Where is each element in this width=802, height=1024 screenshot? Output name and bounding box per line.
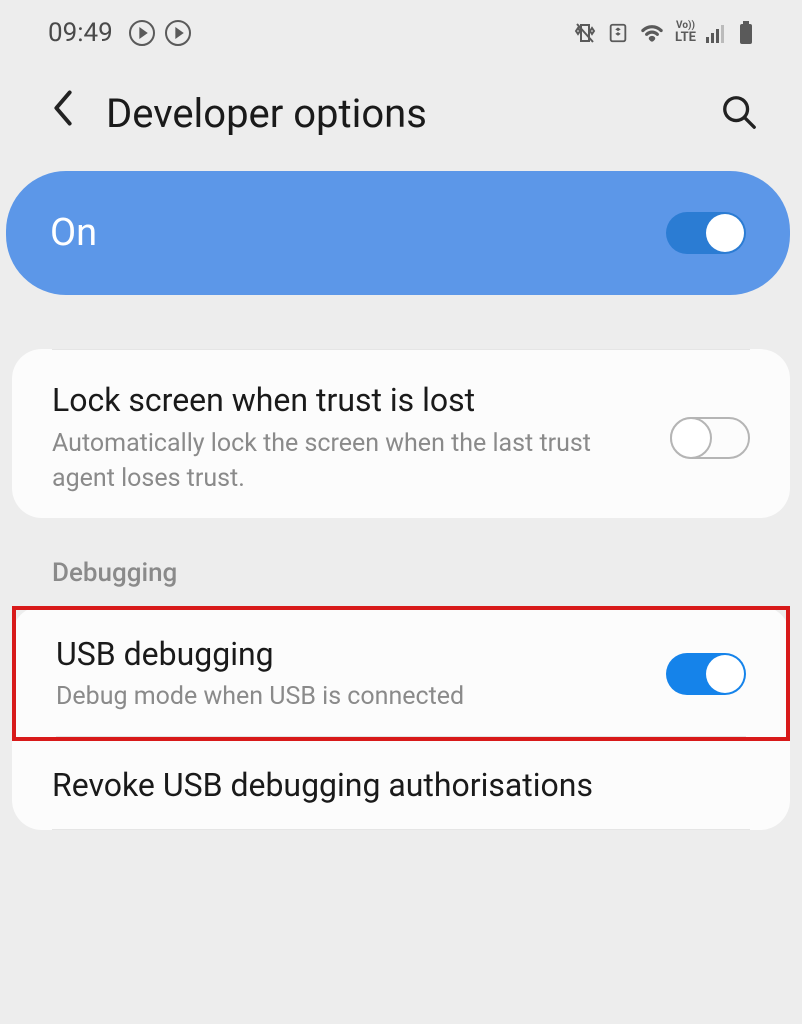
wifi-icon (639, 21, 665, 45)
settings-card: Lock screen when trust is lost Automatic… (12, 349, 790, 518)
divider (56, 736, 746, 737)
notification-icon (129, 20, 155, 46)
usb-debugging-desc: Debug mode when USB is connected (56, 679, 646, 714)
master-toggle-row[interactable]: On (6, 171, 790, 295)
lock-screen-trust-desc: Automatically lock the screen when the l… (52, 426, 650, 496)
revoke-usb-text: Revoke USB debugging authorisations (52, 765, 750, 807)
recycle-icon (607, 21, 629, 45)
master-toggle-label: On (50, 211, 97, 255)
lock-screen-trust-row[interactable]: Lock screen when trust is lost Automatic… (52, 350, 750, 518)
usb-debugging-highlight: USB debugging Debug mode when USB is con… (12, 606, 790, 742)
search-button[interactable] (716, 89, 762, 139)
debugging-section-label: Debugging (52, 558, 802, 588)
master-toggle-switch[interactable] (666, 212, 746, 254)
battery-icon (738, 21, 754, 45)
revoke-usb-title: Revoke USB debugging authorisations (52, 765, 750, 807)
usb-debugging-row[interactable]: USB debugging Debug mode when USB is con… (16, 610, 786, 737)
page-title: Developer options (106, 90, 686, 137)
app-header: Developer options (0, 58, 802, 171)
notification-icon (165, 20, 191, 46)
usb-debugging-title: USB debugging (56, 634, 646, 676)
divider (52, 829, 750, 830)
status-notification-icons (129, 20, 191, 46)
status-left: 09:49 (48, 18, 191, 48)
lock-screen-trust-toggle[interactable] (670, 417, 750, 459)
lock-screen-trust-text: Lock screen when trust is lost Automatic… (52, 380, 650, 496)
status-bar: 09:49 Vo)) LTE (0, 0, 802, 58)
lock-screen-trust-title: Lock screen when trust is lost (52, 380, 650, 422)
status-right: Vo)) LTE (573, 21, 754, 45)
usb-debugging-text: USB debugging Debug mode when USB is con… (56, 634, 646, 715)
back-button[interactable] (50, 88, 76, 139)
signal-icon (706, 21, 728, 45)
debugging-card: USB debugging Debug mode when USB is con… (12, 606, 790, 830)
revoke-usb-row[interactable]: Revoke USB debugging authorisations (12, 741, 790, 829)
vibrate-icon (573, 21, 597, 45)
lte-indicator: Vo)) LTE (675, 21, 696, 45)
status-time: 09:49 (48, 18, 113, 48)
usb-debugging-toggle[interactable] (666, 653, 746, 695)
